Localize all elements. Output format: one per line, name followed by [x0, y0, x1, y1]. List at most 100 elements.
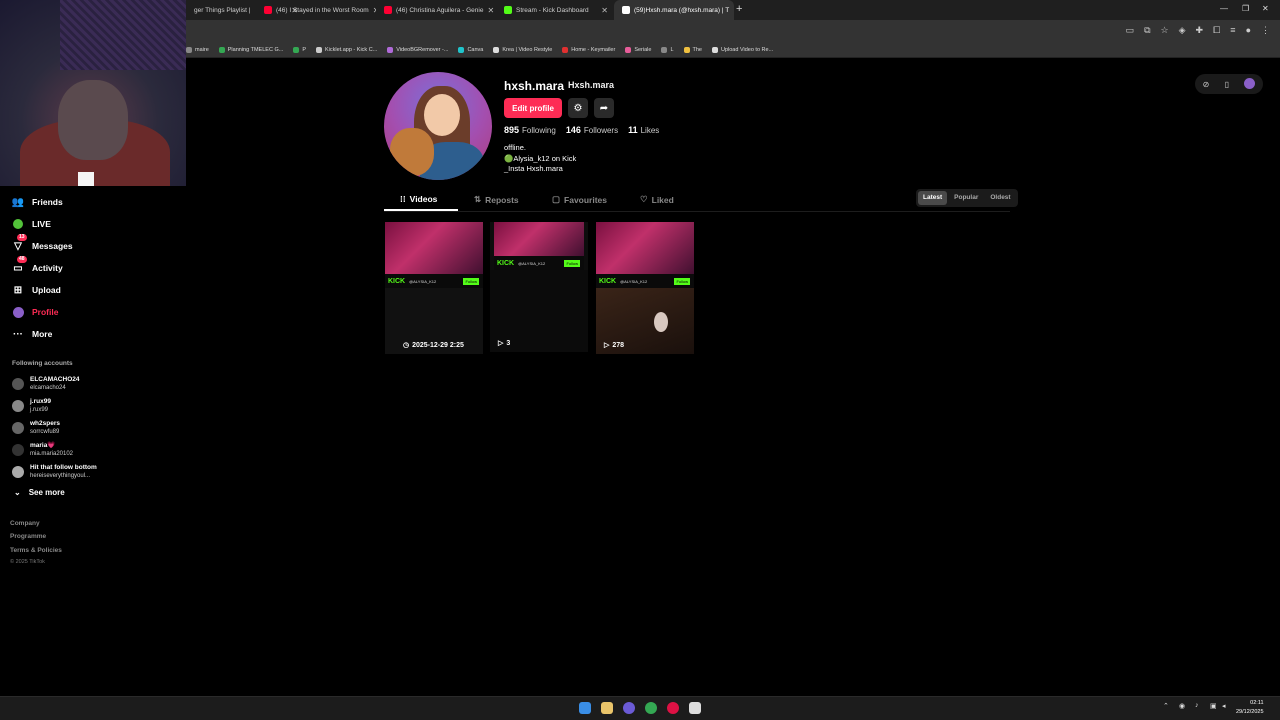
browser-tab[interactable]: (46) Christina Aguilera - Genie ✕: [376, 0, 496, 20]
bookmark-item[interactable]: maire: [186, 46, 209, 53]
following-stat[interactable]: 895 Following: [504, 125, 556, 135]
bookmark-icon: [387, 46, 394, 53]
following-item[interactable]: wh2spers sorrcwfu89: [12, 420, 60, 436]
address-bar[interactable]: [0, 20, 1280, 42]
nav-profile[interactable]: Profile: [12, 306, 58, 318]
tab-liked[interactable]: ♡ Liked: [640, 194, 674, 205]
bookmark-item[interactable]: Seriale: [625, 46, 652, 53]
bookmark-item[interactable]: L: [661, 46, 674, 53]
bookmark-item[interactable]: Krea | Video Restyle: [493, 46, 552, 53]
browser-tab[interactable]: Stream - Kick Dashboard ✕: [496, 0, 616, 20]
following-item[interactable]: j.rux99 j.rux99: [12, 398, 51, 414]
shield-icon[interactable]: ◈: [1179, 25, 1186, 36]
tab-videos[interactable]: ⁞⁞ Videos: [400, 194, 437, 204]
bookmark-item[interactable]: Kicklet.app - Kick C...: [315, 46, 377, 53]
likes-stat: 11 Likes: [628, 125, 659, 135]
bookmark-item[interactable]: The: [683, 46, 702, 53]
bookmark-label: Upload Video to Re...: [720, 46, 774, 53]
bookmark-item[interactable]: VideoBGRemover -...: [387, 46, 448, 53]
bookmark-item[interactable]: Canva: [458, 46, 483, 53]
followers-stat[interactable]: 146 Followers: [566, 125, 618, 135]
bookmark-item[interactable]: Home - Keymailer: [562, 46, 615, 53]
footer-link-programme[interactable]: Programme: [10, 533, 46, 540]
close-icon[interactable]: ✕: [601, 6, 608, 15]
bookmark-label: Seriale: [634, 46, 652, 53]
nav-live[interactable]: LIVE: [12, 218, 51, 230]
restore-icon[interactable]: ❐: [1242, 4, 1249, 13]
sort-latest-button[interactable]: Latest: [918, 191, 948, 205]
following-item[interactable]: ELCAMACHO24 elcamacho24: [12, 376, 79, 392]
video-card[interactable]: KICK @ALYSIA_K12 Follow ▷ 3: [490, 222, 588, 352]
minimize-icon[interactable]: —: [1220, 4, 1228, 13]
clock-icon: ◷: [403, 342, 410, 349]
bookmark-item[interactable]: P: [293, 46, 306, 53]
sort-oldest-button[interactable]: Oldest: [985, 191, 1015, 205]
youtube-icon: [384, 6, 392, 14]
avatar[interactable]: [1244, 77, 1256, 91]
compass-icon[interactable]: ⊘: [1203, 80, 1210, 89]
nav-upload[interactable]: ⊞ Upload: [12, 284, 61, 296]
footer-link-terms[interactable]: Terms & Policies: [10, 547, 62, 554]
play-icon: ▷: [604, 342, 610, 349]
browser-tab-active[interactable]: (59)Hxsh.mara (@hxsh.mara) | T ✕: [614, 0, 734, 20]
window-close-icon[interactable]: ✕: [1262, 4, 1269, 13]
mic-icon[interactable]: ♪: [1195, 702, 1199, 709]
avatar: [12, 444, 24, 456]
settings-button[interactable]: ⚙: [568, 98, 588, 118]
share-button[interactable]: ➦: [594, 98, 614, 118]
see-more-button[interactable]: ⌄ See more: [14, 488, 65, 497]
close-icon[interactable]: ✕: [733, 6, 734, 15]
cast-icon[interactable]: ▭: [1126, 25, 1135, 36]
copyright: © 2025 TikTok: [10, 559, 45, 565]
clock-date: 29/12/2025: [1236, 709, 1264, 715]
menu-icon[interactable]: ≡: [1230, 25, 1235, 36]
phone-icon[interactable]: ▯: [1225, 80, 1229, 89]
sort-popular-button[interactable]: Popular: [949, 191, 983, 205]
file-explorer-icon[interactable]: [601, 702, 613, 714]
translate-icon[interactable]: ⧉: [1144, 25, 1150, 36]
play-icon: ▷: [498, 340, 504, 347]
avatar[interactable]: ●: [1246, 25, 1251, 36]
profile-avatar[interactable]: [384, 72, 492, 180]
windows-start-icon[interactable]: [579, 702, 591, 714]
footer-link-company[interactable]: Company: [10, 520, 40, 527]
volume-icon[interactable]: ◂: [1222, 702, 1226, 710]
tray-chevron-icon[interactable]: ⌃: [1163, 702, 1169, 710]
bookmark-item[interactable]: Planning TMELEC G...: [218, 46, 283, 53]
chrome-icon[interactable]: [645, 702, 657, 714]
app-icon[interactable]: [667, 702, 679, 714]
tab-reposts[interactable]: ⇅ Reposts: [474, 194, 519, 205]
discord-icon[interactable]: [623, 702, 635, 714]
chevron-down-icon: ⌄: [14, 488, 21, 497]
nav-activity[interactable]: ▭ 48 Activity: [12, 256, 63, 274]
following-item[interactable]: maria💗 mia.maria20102: [12, 442, 73, 458]
network-icon[interactable]: ▣: [1210, 702, 1217, 710]
following-item[interactable]: Hit that follow bottom hereiseverythingyo…: [12, 464, 97, 480]
tab-favourites[interactable]: ▢ Favourites: [552, 194, 607, 205]
following-name: Hit that follow bottom: [30, 464, 97, 471]
new-tab-icon[interactable]: +: [736, 3, 742, 15]
bookmark-item[interactable]: Upload Video to Re...: [711, 46, 774, 53]
star-icon[interactable]: ☆: [1161, 25, 1169, 36]
nav-more[interactable]: ··· More: [12, 328, 52, 340]
taskbar-clock[interactable]: 02:11 29/12/2025: [1236, 699, 1264, 717]
friends-icon: 👥: [11, 196, 25, 208]
nav-friends[interactable]: 👥 Friends: [12, 196, 63, 208]
nav-label: Profile: [32, 307, 59, 317]
video-card[interactable]: KICK @ALYSIA_K12 Follow ▷ 278: [596, 222, 694, 354]
app-icon[interactable]: [689, 702, 701, 714]
kick-overlay: KICK @ALYSIA_K12 Follow: [494, 256, 584, 270]
tray-app-icon[interactable]: ◉: [1179, 702, 1185, 710]
kebab-icon[interactable]: ⋮: [1261, 25, 1270, 36]
close-icon[interactable]: ✕: [487, 6, 494, 15]
tab-label: Reposts: [485, 194, 519, 205]
browser-tab[interactable]: (46) I Stayed in the Worst Room ✕: [256, 0, 376, 20]
puzzle-icon[interactable]: ⧠: [1213, 25, 1220, 36]
video-card[interactable]: KICK @ALYSIA_K12 Follow ◷ 2025-12-29 2:25: [385, 222, 483, 354]
nav-messages[interactable]: ▽ 13 Messages: [12, 234, 73, 252]
edit-profile-button[interactable]: Edit profile: [504, 98, 562, 118]
extension-icon[interactable]: ✚: [1196, 25, 1204, 36]
kick-logo: KICK: [497, 259, 515, 267]
video-meta: ▷ 3: [498, 339, 510, 348]
following-count: 895: [504, 125, 520, 135]
